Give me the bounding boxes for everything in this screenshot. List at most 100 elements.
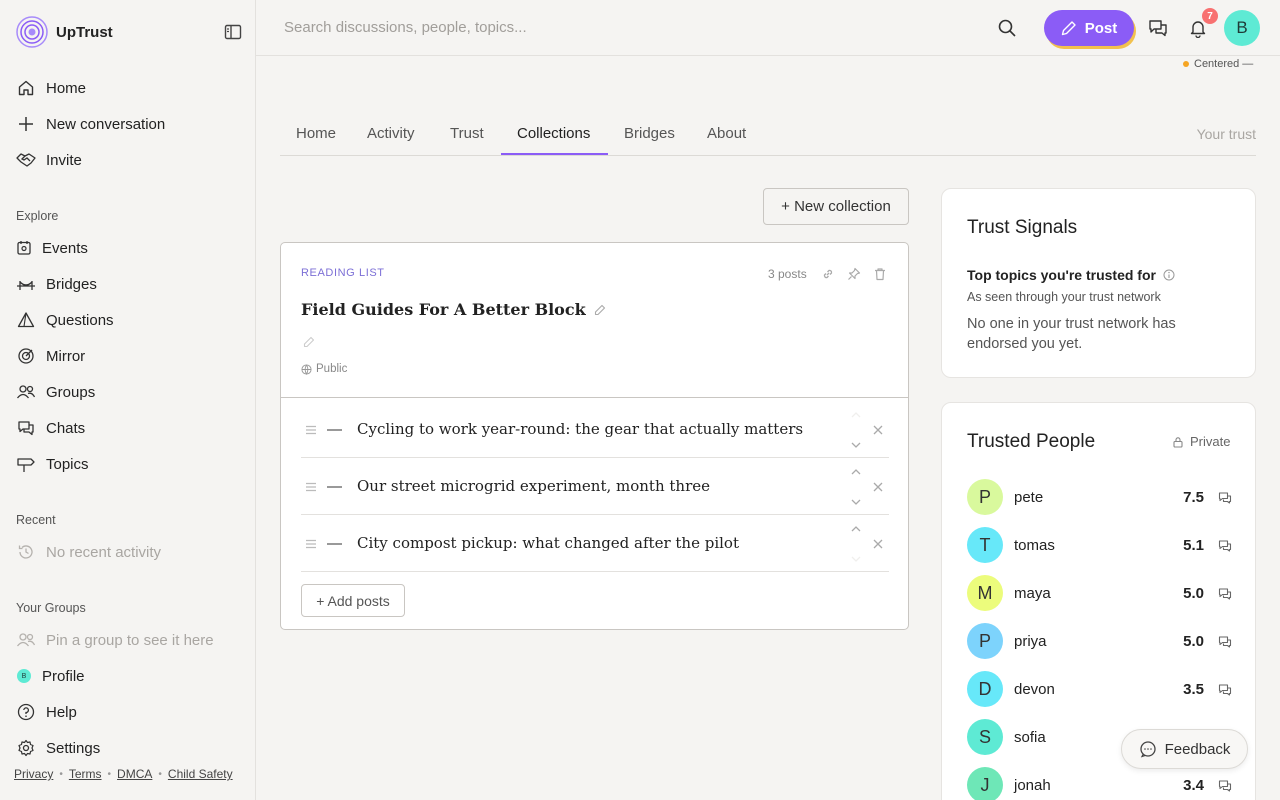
- sidebar-item-topics[interactable]: Topics: [16, 450, 89, 478]
- tab-activity[interactable]: Activity: [367, 125, 415, 142]
- drag-handle-icon[interactable]: [305, 482, 317, 492]
- new-collection-button[interactable]: + New collection: [763, 188, 909, 225]
- sidebar-item-bridges[interactable]: Bridges: [16, 270, 97, 298]
- visibility-indicator[interactable]: Public: [301, 363, 347, 375]
- tab-about[interactable]: About: [707, 125, 746, 142]
- sidebar-item-chats[interactable]: Chats: [16, 414, 85, 442]
- trusted-people-title: Trusted People: [967, 431, 1096, 452]
- sidebar-item-groups[interactable]: Groups: [16, 378, 95, 406]
- person-avatar[interactable]: T: [967, 527, 1003, 563]
- trusted-person-row[interactable]: M maya 5.0: [967, 575, 1232, 611]
- bridge-icon: [16, 274, 36, 294]
- trusted-person-row[interactable]: J jonah 3.4: [967, 767, 1232, 800]
- sidebar-item-invite[interactable]: Invite: [16, 146, 82, 174]
- target-icon: [16, 346, 36, 366]
- tab-trust[interactable]: Trust: [450, 125, 484, 142]
- collapse-sidebar-icon[interactable]: [224, 23, 242, 41]
- dmca-link[interactable]: DMCA: [117, 767, 152, 781]
- drag-handle-icon[interactable]: [305, 425, 317, 435]
- sidebar-item-new-conversation[interactable]: New conversation: [16, 110, 165, 138]
- remove-post-icon[interactable]: [873, 425, 883, 435]
- person-avatar[interactable]: P: [967, 623, 1003, 659]
- messages-icon[interactable]: [1148, 18, 1168, 38]
- sidebar-item-settings[interactable]: Settings: [16, 734, 100, 762]
- sidebar-item-label: Home: [46, 79, 87, 97]
- move-up-icon[interactable]: [851, 468, 861, 476]
- sidebar-item-label: Groups: [46, 383, 96, 401]
- remove-post-icon[interactable]: [873, 539, 883, 549]
- terms-link[interactable]: Terms: [69, 767, 102, 781]
- collection-post-row[interactable]: City compost pickup: what changed after …: [301, 515, 889, 572]
- collection-title[interactable]: Field Guides For A Better Block: [301, 300, 606, 319]
- sidebar-item-profile[interactable]: B Profile: [16, 662, 85, 690]
- person-avatar[interactable]: S: [967, 719, 1003, 755]
- sidebar-item-mirror[interactable]: Mirror: [16, 342, 85, 370]
- move-up-icon[interactable]: [851, 411, 861, 419]
- sidebar-item-label: Bridges: [46, 275, 97, 293]
- tab-home[interactable]: Home: [296, 125, 336, 142]
- chats-icon: [16, 418, 36, 438]
- sidebar-item-questions[interactable]: Questions: [16, 306, 114, 334]
- your-trust-link[interactable]: Your trust: [1197, 126, 1256, 142]
- collection-post-row[interactable]: Our street microgrid experiment, month t…: [301, 458, 889, 515]
- tab-bridges[interactable]: Bridges: [624, 125, 675, 142]
- person-name[interactable]: pete: [1014, 489, 1043, 506]
- move-up-icon[interactable]: [851, 525, 861, 533]
- uptrust-logo-icon: [16, 16, 48, 48]
- message-icon[interactable]: [1218, 539, 1232, 553]
- drag-handle-icon[interactable]: [305, 539, 317, 549]
- sidebar-item-label: New conversation: [46, 115, 166, 133]
- edit-pencil-icon[interactable]: [594, 304, 606, 316]
- pin-icon[interactable]: [847, 267, 861, 281]
- privacy-link[interactable]: Privacy: [14, 767, 53, 781]
- add-posts-button[interactable]: + Add posts: [301, 584, 405, 617]
- trusted-person-row[interactable]: D devon 3.5: [967, 671, 1232, 707]
- sidebar-item-help[interactable]: Help: [16, 698, 77, 726]
- brand[interactable]: UpTrust: [16, 16, 113, 48]
- person-name[interactable]: devon: [1014, 681, 1055, 698]
- post-title[interactable]: City compost pickup: what changed after …: [357, 534, 739, 552]
- collection-post-row[interactable]: Cycling to work year-round: the gear tha…: [301, 401, 889, 458]
- message-icon[interactable]: [1218, 491, 1232, 505]
- move-down-icon[interactable]: [851, 555, 861, 563]
- edit-description-icon[interactable]: [303, 336, 315, 348]
- person-name[interactable]: tomas: [1014, 537, 1055, 554]
- person-name[interactable]: maya: [1014, 585, 1051, 602]
- post-title[interactable]: Cycling to work year-round: the gear tha…: [357, 420, 803, 438]
- message-icon[interactable]: [1218, 635, 1232, 649]
- message-icon[interactable]: [1218, 683, 1232, 697]
- person-avatar[interactable]: J: [967, 767, 1003, 800]
- person-avatar[interactable]: P: [967, 479, 1003, 515]
- trusted-person-row[interactable]: P priya 5.0: [967, 623, 1232, 659]
- link-icon[interactable]: [821, 267, 835, 281]
- remove-post-icon[interactable]: [873, 482, 883, 492]
- trusted-person-row[interactable]: P pete 7.5: [967, 479, 1232, 515]
- feedback-button[interactable]: Feedback: [1121, 729, 1248, 769]
- person-name[interactable]: sofia: [1014, 729, 1046, 746]
- search-icon[interactable]: [997, 18, 1017, 38]
- move-down-icon[interactable]: [851, 498, 861, 506]
- sidebar-item-events[interactable]: Events: [16, 234, 88, 262]
- trusted-person-row[interactable]: T tomas 5.1: [967, 527, 1232, 563]
- person-avatar[interactable]: M: [967, 575, 1003, 611]
- move-down-icon[interactable]: [851, 441, 861, 449]
- post-title[interactable]: Our street microgrid experiment, month t…: [357, 477, 710, 495]
- post-button[interactable]: Post: [1044, 10, 1134, 46]
- person-avatar[interactable]: D: [967, 671, 1003, 707]
- tab-collections[interactable]: Collections: [517, 125, 590, 142]
- child-safety-link[interactable]: Child Safety: [168, 767, 233, 781]
- sidebar-item-home[interactable]: Home: [16, 74, 86, 102]
- message-icon[interactable]: [1218, 779, 1232, 793]
- visibility-label: Public: [316, 363, 348, 375]
- sidebar-item-label: Chats: [46, 419, 86, 437]
- user-avatar[interactable]: B: [1224, 10, 1260, 46]
- post-thumbnail-placeholder: [327, 429, 342, 431]
- message-icon[interactable]: [1218, 587, 1232, 601]
- person-name[interactable]: jonah: [1014, 777, 1051, 794]
- top-topics-heading: Top topics you're trusted for: [967, 267, 1175, 283]
- trash-icon[interactable]: [873, 267, 887, 281]
- info-icon[interactable]: [1163, 269, 1175, 281]
- sidebar-item-label: Topics: [46, 455, 89, 473]
- person-name[interactable]: priya: [1014, 633, 1047, 650]
- search-input[interactable]: Search discussions, people, topics...: [284, 19, 527, 36]
